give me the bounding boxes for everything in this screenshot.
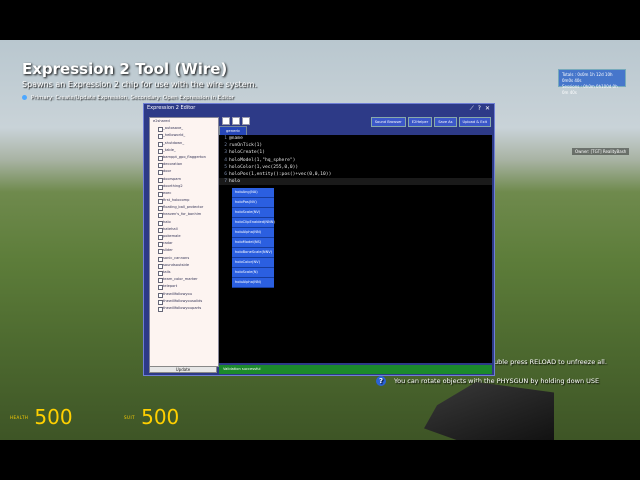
tree-file-item[interactable]: sonic_cannons (150, 255, 218, 262)
autocomplete-item[interactable]: holoScale(N) (232, 268, 274, 278)
tree-file-item[interactable]: hatehall (150, 226, 218, 233)
letterbox-bottom (0, 440, 640, 480)
code-text: holoPos(1,entity():pos()+vec(0,0,10)) (229, 171, 332, 177)
autocomplete-item[interactable]: holoColor(NV) (232, 258, 274, 268)
tree-file-item[interactable]: bamppt_gpo_flaggerton (150, 154, 218, 162)
save-as-button[interactable]: Save As (434, 117, 457, 127)
autocomplete-item[interactable]: holoModel(NS) (232, 238, 274, 248)
code-text: holoCreate(1) (229, 150, 265, 156)
code-text: holoModel(1,"hq_sphere") (229, 157, 296, 163)
e2helper-button[interactable]: E2Helper (407, 117, 433, 127)
help-icon[interactable]: ? (478, 105, 481, 113)
editor-title: Expression 2 Editor (147, 105, 196, 111)
tree-file-item[interactable]: thewillfollowyou (150, 291, 218, 298)
code-line[interactable]: 7 holo (219, 178, 492, 186)
resize-icon[interactable]: ⟋ (470, 105, 474, 113)
open-file-icon[interactable] (242, 117, 250, 125)
tree-file-item[interactable]: teleport (150, 283, 218, 291)
tree-file-item[interactable]: _shutdown_ (150, 140, 218, 147)
code-text: @name (229, 136, 243, 141)
tree-file-item[interactable]: heaven's_for_bonhim (150, 211, 218, 219)
tree-file-item[interactable]: team_color_marker (150, 276, 218, 284)
reload-message: uble press RELOAD to unfreeze all. (494, 358, 607, 366)
tree-file-item[interactable]: pokemale (150, 233, 218, 241)
tree-file-item[interactable]: _helloworld_ (150, 132, 218, 140)
tree-file-item[interactable]: decoration (150, 161, 218, 169)
tree-file-item[interactable]: tails (150, 269, 218, 277)
code-text: holoColor(1,vec(255,0,0)) (229, 164, 299, 170)
tree-file-item[interactable]: door (150, 168, 218, 176)
timer-session: Sessions : 0h0m 0h100d 0h 0m 40s (562, 84, 618, 95)
tree-file-item[interactable]: _table_ (150, 147, 218, 154)
new-file-icon[interactable] (222, 117, 230, 125)
autocomplete-item[interactable]: holoAlpha(NN) (232, 278, 274, 288)
suit-display: SUIT 500 (124, 405, 179, 429)
health-value: 500 (34, 405, 73, 429)
code-line[interactable]: 6 holoPos(1,entity():pos()+vec(0,0,10)) (219, 171, 492, 178)
question-icon: ? (376, 376, 386, 386)
editor-toolbar (222, 117, 250, 125)
file-tree[interactable]: e2shared _autosave_ _helloworld_ _shutdown_… (149, 117, 219, 367)
tool-title: Expression 2 Tool (Wire) (22, 60, 228, 78)
code-text: runOnTick(1) (229, 143, 263, 149)
tree-file-item[interactable]: thewillfollowyousolids (150, 298, 218, 305)
tree-file-item[interactable]: radar (150, 240, 218, 248)
new-tab-icon[interactable] (232, 117, 240, 125)
tool-hint-text: Primary: Create/Update Expression, Secon… (31, 95, 235, 101)
timer-total: Totals : 0s0m 1h 12d 10h 0m0s 40s (562, 72, 613, 83)
autocomplete-item[interactable]: holoPos(NV) (232, 198, 274, 208)
tree-file-item[interactable]: halo (150, 219, 218, 226)
autocomplete-item[interactable]: holoScale(NV) (232, 208, 274, 218)
expression2-editor-window: Expression 2 Editor ⟋ ? ✕ e2shared _autos… (143, 103, 495, 376)
autocomplete-list: holoAng(NA) holoPos(NV) holoScale(NV) holoC… (232, 188, 275, 288)
line-number: 7 (224, 179, 227, 185)
autocomplete-item[interactable]: holoBoneScale(NNV) (232, 248, 274, 258)
time-counter: Totals : 0s0m 1h 12d 10h 0m0s 40s Sessio… (558, 69, 626, 95)
letterbox-top (0, 0, 640, 40)
health-label: HEALTH (10, 414, 29, 420)
tool-hint: Primary: Create/Update Expression, Secon… (22, 95, 322, 101)
tree-file-item[interactable]: soundsoutside (150, 262, 218, 269)
tool-description: Spawns an Expression 2 chip for use with… (22, 80, 258, 89)
line-number: 3 (224, 150, 227, 156)
tree-file-item[interactable]: floating_ball_protector (150, 204, 218, 212)
tree-file-item[interactable]: thewillfollowyouparts (150, 305, 218, 313)
code-line[interactable]: 5 holoColor(1,vec(255,0,0)) (219, 164, 492, 171)
validation-status: Validation successful (219, 365, 492, 374)
tree-file-item[interactable]: exec (150, 190, 218, 198)
code-text: holo (229, 179, 241, 185)
tree-file-item[interactable]: slider (150, 247, 218, 255)
autocomplete-item[interactable]: holoAng(NA) (232, 188, 274, 198)
code-line[interactable]: 2 runOnTick(1) (219, 142, 492, 149)
suit-label: SUIT (124, 414, 136, 420)
owner-label: Owner: [TGT] RealityBash (572, 148, 630, 155)
editor-top-buttons: Sound Browser E2Helper Save As Upload & … (370, 117, 491, 127)
suit-value: 500 (141, 405, 180, 429)
update-button[interactable]: Update (149, 366, 217, 373)
tree-file-item[interactable]: _autosave_ (150, 125, 218, 133)
health-display: HEALTH 500 (10, 405, 73, 429)
sound-browser-button[interactable]: Sound Browser (370, 117, 406, 127)
code-line[interactable]: 1 @name (219, 135, 492, 142)
autocomplete-item[interactable]: holoClipEnabled(NNN) (232, 218, 275, 228)
hint-bullet-icon (22, 95, 27, 100)
tree-file-item[interactable]: first_holocomp (150, 197, 218, 205)
close-icon[interactable]: ✕ (485, 105, 490, 113)
tree-root-folder[interactable]: e2shared (150, 118, 218, 125)
physgun-hint-text: You can rotate objects with the PHYSGUN … (394, 377, 600, 385)
line-number: 4 (224, 157, 227, 163)
upload-exit-button[interactable]: Upload & Exit (458, 117, 491, 127)
editor-window-controls: ⟋ ? ✕ (470, 105, 490, 113)
line-number: 2 (224, 143, 227, 149)
line-number: 1 (224, 136, 227, 141)
code-line[interactable]: 3 holoCreate(1) (219, 149, 492, 156)
line-number: 6 (224, 171, 227, 177)
autocomplete-item[interactable]: holoAlpha(NN) (232, 228, 274, 238)
tree-file-item[interactable]: doorspam (150, 176, 218, 183)
code-line[interactable]: 4 holoModel(1,"hq_sphere") (219, 157, 492, 164)
tree-file-item[interactable]: doorthing2 (150, 183, 218, 190)
line-number: 5 (224, 164, 227, 170)
